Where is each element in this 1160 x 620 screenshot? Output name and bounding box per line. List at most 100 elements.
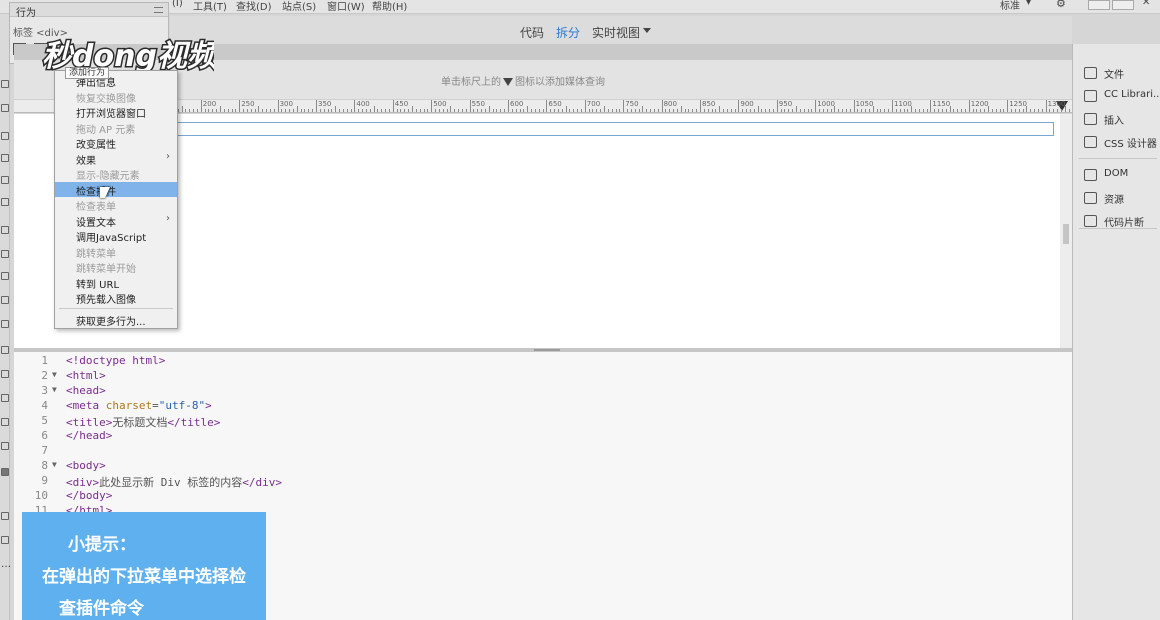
line-number: 3 — [41, 384, 48, 397]
code-line[interactable]: 9 <div>此处显示新 Div 标签的内容</div> — [14, 474, 614, 489]
expand-icon[interactable] — [1, 512, 9, 520]
panel-tab-item[interactable]: CC Librari... — [1073, 87, 1160, 107]
line-number: 5 — [41, 414, 48, 427]
code-line[interactable]: 5 <title>无标题文档</title> — [14, 414, 614, 429]
ruler-minor-tick — [788, 109, 790, 112]
fold-arrow-icon[interactable]: ▼ — [52, 370, 57, 379]
align-icon[interactable] — [1, 176, 9, 184]
menu-item-find[interactable]: 查找(D) — [236, 0, 272, 13]
view-icon[interactable] — [1, 468, 9, 476]
more-icon[interactable]: … — [1, 560, 11, 570]
scrollbar-thumb[interactable] — [1063, 224, 1069, 244]
arrow-down-icon[interactable] — [1, 104, 9, 112]
menu-item-help[interactable]: 帮助(H) — [372, 0, 407, 13]
ruler-minor-tick — [212, 109, 214, 112]
indent-icon[interactable] — [1, 250, 9, 258]
menu-item[interactable]: 检查插件 — [55, 181, 177, 198]
panel-tab-item[interactable]: 文件 — [1073, 64, 1160, 84]
pen-icon[interactable] — [1, 296, 9, 304]
tab-code[interactable]: 代码 — [520, 24, 544, 41]
code-icon[interactable] — [1, 132, 9, 140]
ruler-minor-tick — [408, 109, 410, 112]
ruler-minor-tick — [953, 109, 955, 112]
ruler-major-tick — [469, 100, 471, 112]
panel-menu-icon[interactable] — [154, 7, 163, 13]
menu-item[interactable]: 设置文本 › — [55, 213, 177, 229]
tab-live-view[interactable]: 实时视图 — [592, 24, 640, 41]
ruler-minor-tick — [246, 109, 248, 112]
snippet-icon[interactable] — [1, 370, 9, 378]
wrap-icon[interactable] — [1, 272, 9, 280]
ruler-label: 1100 — [894, 100, 912, 108]
gear-icon[interactable]: ⚙ — [1056, 0, 1066, 10]
menu-item[interactable]: 预先载入图像 — [55, 290, 177, 306]
menu-item[interactable]: 效果 › — [55, 151, 177, 167]
split-grip[interactable] — [534, 349, 560, 351]
tab-split[interactable]: 拆分 — [556, 24, 580, 41]
ruler-minor-tick — [554, 109, 556, 112]
workspace-switcher[interactable]: 标准 — [1000, 0, 1020, 12]
ruler-major-tick — [930, 100, 932, 112]
ruler-label: 400 — [356, 100, 370, 108]
chevron-down-icon[interactable]: ▾ — [1026, 0, 1031, 8]
design-view-scrollbar[interactable] — [1060, 114, 1072, 348]
comment-icon[interactable] — [1, 346, 9, 354]
list-icon[interactable] — [1, 394, 9, 402]
code-line[interactable]: 2 ▼ <html> — [14, 369, 614, 384]
inspect-icon[interactable] — [1, 154, 9, 162]
menu-item[interactable]: 调用JavaScript — [55, 228, 177, 244]
menu-item[interactable]: 转到 URL — [55, 275, 177, 291]
panel-tab-item[interactable]: CSS 设计器 — [1073, 133, 1160, 153]
close-icon[interactable]: ✕ — [1142, 0, 1150, 8]
ruler-minor-tick — [769, 109, 771, 112]
div-element-outline[interactable] — [174, 122, 1054, 136]
ruler-minor-tick — [796, 106, 797, 112]
ruler-minor-tick — [811, 109, 813, 112]
format-icon[interactable] — [1, 226, 9, 234]
brush-icon[interactable] — [1, 320, 9, 328]
menu-item[interactable]: 打开浏览器窗口 — [55, 104, 177, 120]
refresh-icon[interactable] — [1, 198, 9, 206]
panel-tab-label: DOM — [1104, 168, 1129, 179]
ruler-minor-tick — [734, 109, 736, 112]
ruler-minor-tick — [592, 109, 594, 112]
panel-tab-item[interactable]: DOM — [1073, 166, 1160, 186]
chevron-down-icon[interactable] — [643, 28, 651, 33]
panel-tab-item[interactable]: 代码片断 — [1073, 212, 1160, 232]
outdent-icon[interactable] — [1, 418, 9, 426]
ruler-minor-tick — [481, 109, 483, 112]
panel-tab-item[interactable]: 资源 — [1073, 189, 1160, 209]
code-line[interactable]: 8 ▼ <body> — [14, 459, 614, 474]
minimize-button[interactable] — [1088, 0, 1110, 10]
code-line[interactable]: 10 </body> — [14, 489, 614, 504]
ruler-minor-tick — [634, 109, 636, 112]
fold-arrow-icon[interactable]: ▼ — [52, 460, 57, 469]
ruler-minor-tick — [519, 109, 521, 112]
menu-item[interactable]: 获取更多行为... — [55, 312, 177, 328]
ruler-minor-tick — [753, 109, 755, 112]
collapse-icon[interactable] — [1, 536, 9, 544]
maximize-button[interactable] — [1112, 0, 1134, 10]
code-line[interactable]: 7 — [14, 444, 614, 459]
ruler-minor-tick — [373, 106, 375, 112]
ruler-minor-tick — [730, 109, 732, 112]
menu-item-site[interactable]: 站点(S) — [282, 0, 316, 13]
document-icon[interactable] — [1, 80, 9, 88]
code-line[interactable]: 4 <meta charset="utf-8"> — [14, 399, 614, 414]
fold-arrow-icon[interactable]: ▼ — [52, 385, 57, 394]
panel-tab-item[interactable]: 插入 — [1073, 110, 1160, 130]
ruler-minor-tick — [872, 106, 874, 112]
code-line[interactable]: 3 ▼ <head> — [14, 384, 614, 399]
ruler-minor-tick — [703, 109, 705, 112]
ruler-minor-tick — [611, 109, 613, 112]
menu-item[interactable]: 改变属性 — [55, 135, 177, 151]
code-line[interactable]: 1 <!doctype html> — [14, 354, 614, 369]
menu-item-partial[interactable]: (I) — [172, 0, 183, 9]
code-line[interactable]: 6 </head> — [14, 429, 614, 444]
code-text: <meta charset="utf-8"> — [66, 399, 212, 412]
ruler-minor-tick — [1003, 109, 1005, 112]
menu-item-tools[interactable]: 工具(T) — [193, 0, 227, 13]
ruler-minor-tick — [964, 109, 966, 112]
menu-item-window[interactable]: 窗口(W) — [327, 0, 365, 13]
balance-icon[interactable] — [1, 442, 9, 450]
